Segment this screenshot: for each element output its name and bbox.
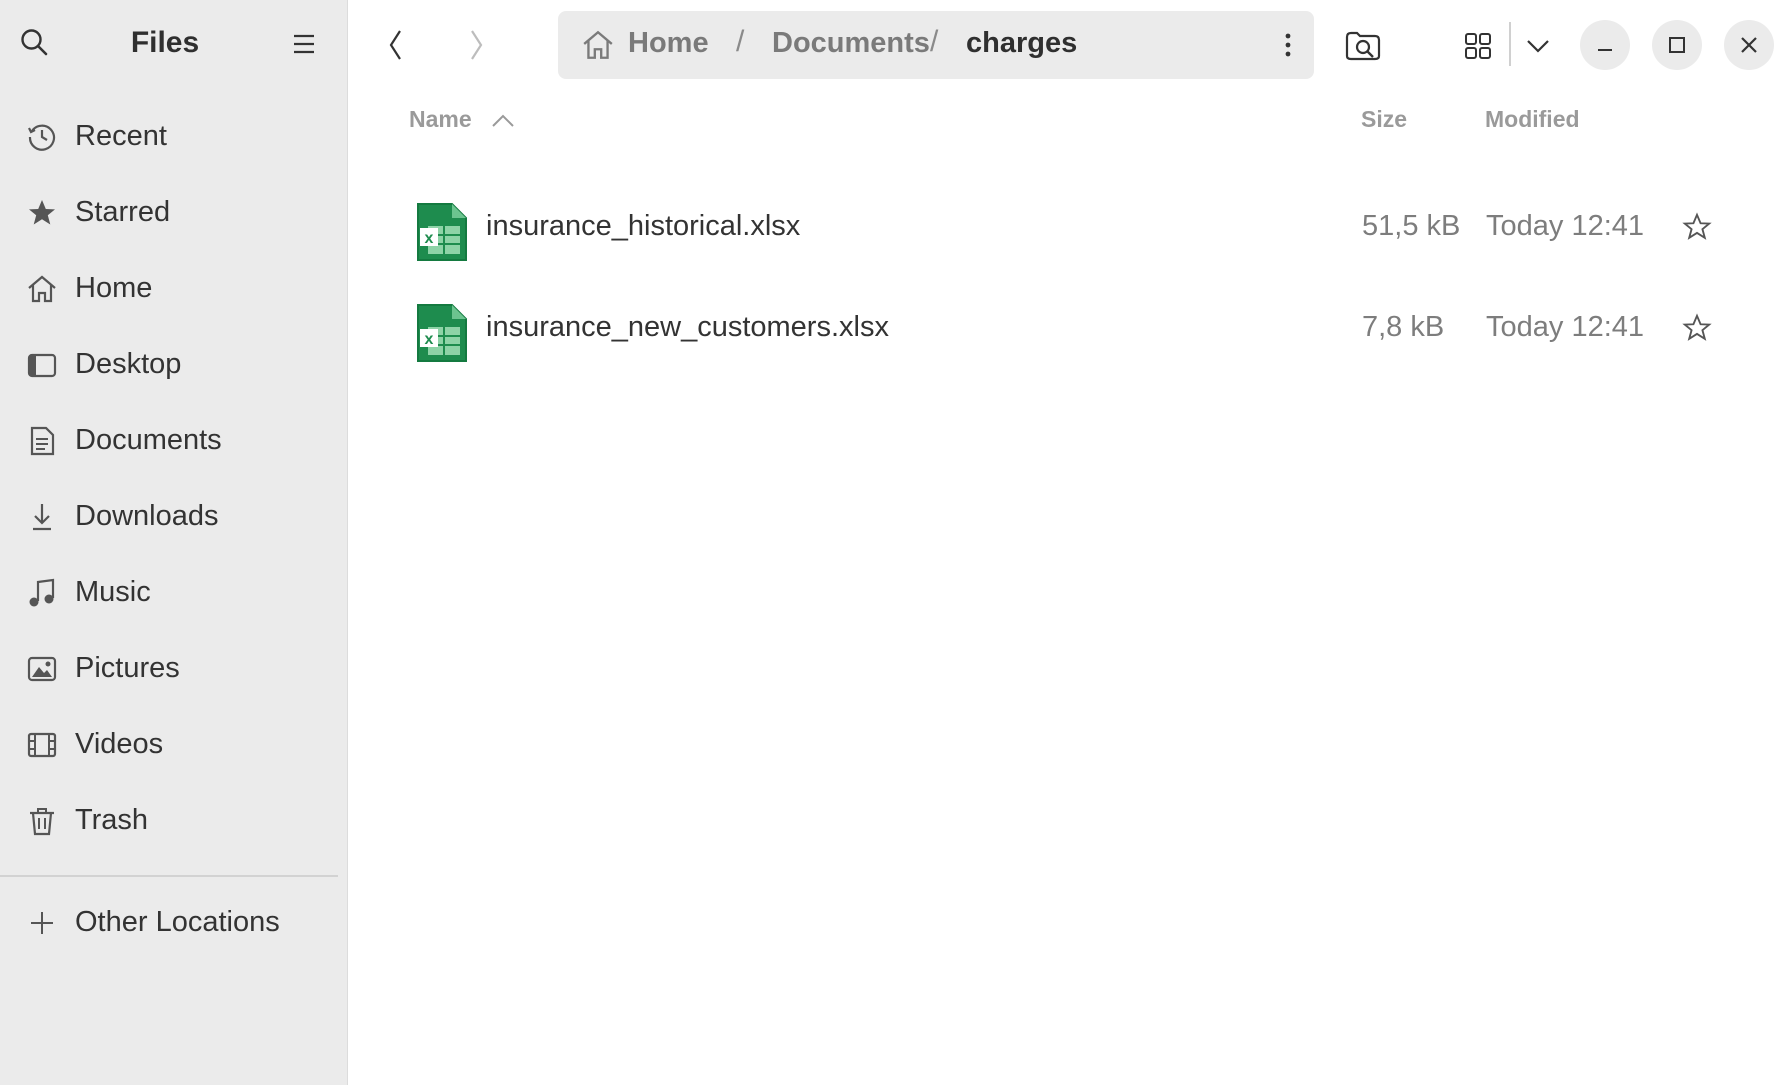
- sidebar-header: Files: [0, 0, 348, 88]
- breadcrumb-current[interactable]: charges: [966, 27, 1077, 60]
- sidebar-item-label: Music: [75, 576, 151, 608]
- star-toggle[interactable]: [1682, 212, 1712, 242]
- spreadsheet-icon: x: [414, 301, 470, 365]
- download-icon: [26, 501, 58, 533]
- breadcrumb-separator: /: [930, 25, 939, 58]
- sidebar-item-home[interactable]: Home: [0, 258, 348, 318]
- view-toggle-button[interactable]: [1456, 24, 1500, 68]
- file-size: 51,5 kB: [1362, 210, 1461, 242]
- sidebar-item-trash[interactable]: Trash: [0, 790, 348, 850]
- sidebar-item-label: Documents: [75, 424, 222, 456]
- sidebar-item-label: Starred: [75, 196, 171, 228]
- chevron-right-icon: [471, 30, 483, 60]
- sidebar-item-label: Trash: [75, 804, 149, 836]
- sidebar-item-desktop[interactable]: Desktop: [0, 334, 348, 394]
- hamburger-icon: [294, 34, 314, 54]
- sidebar-item-downloads[interactable]: Downloads: [0, 486, 348, 546]
- sidebar-item-label: Home: [75, 272, 153, 304]
- minimize-icon: [1598, 49, 1612, 51]
- column-name-label: Name: [409, 106, 472, 132]
- clock-icon: [26, 121, 58, 153]
- column-header-modified[interactable]: Modified: [1485, 106, 1580, 133]
- sidebar: Files Recent Starred Home Desktop Docume…: [0, 0, 348, 1085]
- crumb-home[interactable]: [578, 25, 618, 65]
- sidebar-item-label: Videos: [75, 728, 164, 760]
- close-icon: [1741, 37, 1757, 53]
- file-row[interactable]: x insurance_historical.xlsx 51,5 kB Toda…: [400, 182, 1740, 272]
- chevron-left-icon: [389, 30, 401, 60]
- file-modified: Today 12:41: [1486, 311, 1645, 343]
- sort-ascending-icon: [492, 114, 514, 127]
- sidebar-item-recent[interactable]: Recent: [0, 106, 348, 166]
- picture-icon: [26, 653, 58, 685]
- sidebar-item-label: Other Locations: [75, 906, 280, 938]
- chevron-down-icon: [1527, 40, 1549, 53]
- back-button[interactable]: [376, 22, 416, 68]
- sidebar-item-other-locations[interactable]: Other Locations: [0, 892, 348, 952]
- breadcrumb-separator: /: [736, 25, 745, 58]
- main-area: Home / Documents / charges: [348, 0, 1788, 1085]
- sidebar-item-pictures[interactable]: Pictures: [0, 638, 348, 698]
- file-name: insurance_historical.xlsx: [486, 210, 801, 242]
- plus-icon: [26, 907, 58, 939]
- maximize-icon: [1669, 37, 1685, 53]
- column-header-name[interactable]: Name: [409, 100, 529, 140]
- home-icon: [26, 273, 58, 305]
- star-icon: [26, 197, 58, 229]
- file-size: 7,8 kB: [1362, 311, 1445, 343]
- sidebar-item-label: Downloads: [75, 500, 219, 532]
- column-header-size[interactable]: Size: [1361, 106, 1407, 133]
- main-menu-button[interactable]: [284, 24, 324, 64]
- star-outline-icon: [1682, 212, 1712, 240]
- sidebar-divider: [0, 875, 338, 877]
- breadcrumb-home[interactable]: Home: [628, 27, 709, 60]
- trash-icon: [26, 805, 58, 837]
- sidebar-item-label: Pictures: [75, 652, 180, 684]
- sidebar-item-videos[interactable]: Videos: [0, 714, 348, 774]
- maximize-button[interactable]: [1652, 20, 1702, 70]
- sidebar-item-music[interactable]: Music: [0, 562, 348, 622]
- grid-view-icon: [1465, 33, 1491, 59]
- kebab-menu-icon: [1285, 33, 1291, 57]
- minimize-button[interactable]: [1580, 20, 1630, 70]
- star-toggle[interactable]: [1682, 313, 1712, 343]
- breadcrumb-documents[interactable]: Documents: [772, 27, 930, 60]
- view-divider: [1509, 22, 1511, 66]
- close-button[interactable]: [1724, 20, 1774, 70]
- forward-button[interactable]: [456, 22, 496, 68]
- video-icon: [26, 729, 58, 761]
- file-name: insurance_new_customers.xlsx: [486, 311, 889, 343]
- document-icon: [26, 425, 58, 457]
- star-outline-icon: [1682, 313, 1712, 341]
- file-modified: Today 12:41: [1486, 210, 1645, 242]
- view-options-button[interactable]: [1516, 24, 1560, 68]
- svg-text:x: x: [425, 331, 434, 348]
- search-files-button[interactable]: [1340, 24, 1386, 68]
- music-icon: [26, 577, 58, 609]
- file-row[interactable]: x insurance_new_customers.xlsx 7,8 kB To…: [400, 283, 1740, 373]
- svg-text:x: x: [425, 230, 434, 247]
- folder-search-icon: [1345, 31, 1381, 61]
- sidebar-item-starred[interactable]: Starred: [0, 182, 348, 242]
- path-menu-button[interactable]: [1268, 25, 1308, 65]
- app-title: Files: [130, 26, 200, 59]
- sidebar-item-documents[interactable]: Documents: [0, 410, 348, 470]
- spreadsheet-icon: x: [414, 200, 470, 264]
- home-icon: [583, 30, 613, 59]
- desktop-icon: [26, 349, 58, 381]
- sidebar-item-label: Recent: [75, 120, 167, 152]
- sidebar-item-label: Desktop: [75, 348, 182, 380]
- path-bar: Home / Documents / charges: [558, 11, 1314, 79]
